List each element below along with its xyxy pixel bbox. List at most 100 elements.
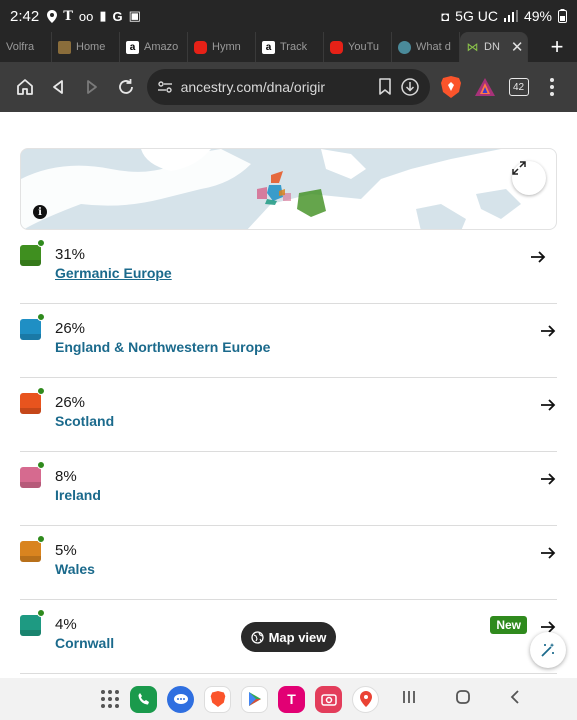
back-icon <box>53 80 64 94</box>
globe-icon <box>398 40 411 54</box>
signal-icon <box>503 10 518 22</box>
arrow-right-icon[interactable] <box>539 470 557 488</box>
bookmark-icon[interactable] <box>378 78 392 96</box>
more-vert-icon <box>550 78 555 96</box>
region-name-link[interactable]: Cornwall <box>55 635 114 651</box>
tab-7[interactable]: What d <box>392 32 460 62</box>
apps-drawer-icon[interactable] <box>100 689 120 709</box>
region-name-link[interactable]: Germanic Europe <box>55 265 172 281</box>
arrow-right-icon[interactable] <box>529 248 547 266</box>
arrow-right-icon[interactable] <box>539 396 557 414</box>
menu-button[interactable] <box>535 68 569 106</box>
system-navigation-bar: T <box>0 678 577 720</box>
new-region-dot <box>37 535 45 543</box>
url-text: ancestry.com/dna/origir <box>180 79 326 95</box>
region-name-link[interactable]: Wales <box>55 561 95 577</box>
region-percent: 26% <box>55 320 86 337</box>
arrow-right-icon[interactable] <box>539 322 557 340</box>
camera-app-icon[interactable] <box>315 685 342 713</box>
region-percent: 8% <box>55 468 77 485</box>
tab-label: Track <box>280 41 308 53</box>
phone-app-icon[interactable] <box>130 685 157 713</box>
new-region-dot <box>37 461 45 469</box>
dna-icon: ⋈ <box>466 39 479 54</box>
download-icon[interactable] <box>400 77 420 97</box>
tab-1[interactable]: Volfra <box>0 32 52 62</box>
region-row-scotland[interactable]: 26% Scotland <box>20 378 557 452</box>
region-color-swatch <box>20 615 41 636</box>
edit-magic-button[interactable] <box>530 632 566 668</box>
globe-icon <box>250 630 264 644</box>
new-badge: New <box>490 616 527 634</box>
messages-app-icon[interactable] <box>167 685 194 713</box>
region-color-swatch <box>20 319 41 340</box>
region-color-swatch <box>20 245 41 266</box>
arrow-right-icon[interactable] <box>539 544 557 562</box>
region-color-swatch <box>20 541 41 562</box>
alarm-icon: ◘ <box>441 8 450 24</box>
battery-icon <box>558 9 567 23</box>
battery-percent: 49% <box>523 8 552 24</box>
home-tab-icon <box>58 40 71 54</box>
region-name-link[interactable]: Scotland <box>55 413 114 429</box>
tab-strip: Volfra Home a Amazo Hymn a Track YouTu W… <box>0 32 577 62</box>
youtube-icon <box>330 40 343 54</box>
tab-5[interactable]: a Track <box>256 32 324 62</box>
tab-switcher-button[interactable]: 42 <box>502 68 536 106</box>
t-mobile-app-icon[interactable]: T <box>278 685 305 713</box>
new-region-dot <box>37 313 45 321</box>
info-icon[interactable]: i <box>33 205 47 219</box>
tab-label: YouTu <box>348 41 379 53</box>
back-nav-icon[interactable] <box>509 689 521 710</box>
brave-shields-button[interactable] <box>434 68 468 106</box>
address-bar[interactable]: ancestry.com/dna/origir <box>146 69 431 105</box>
region-percent: 4% <box>55 616 77 633</box>
new-tab-button[interactable]: + <box>537 32 577 62</box>
status-time: 2:42 <box>10 7 40 25</box>
home-nav-icon[interactable] <box>455 689 471 710</box>
location-icon <box>47 9 58 23</box>
recents-icon[interactable] <box>401 689 417 710</box>
region-row-germanic-europe[interactable]: 31% Germanic Europe <box>20 230 557 304</box>
reload-button[interactable] <box>109 68 143 106</box>
system-nav-buttons <box>401 689 521 710</box>
brave-browser-app-icon[interactable] <box>204 685 231 713</box>
amazon-icon: a <box>126 40 139 54</box>
app-dock: T <box>100 685 379 713</box>
europe-map-graphic <box>21 149 556 229</box>
region-name-link[interactable]: Ireland <box>55 487 101 503</box>
region-color-swatch <box>20 393 41 414</box>
new-region-dot <box>37 609 45 617</box>
ethnicity-map[interactable]: i <box>20 148 557 230</box>
carrier-icon: T <box>63 8 73 24</box>
ethnicity-donut-chart <box>26 112 86 120</box>
home-button[interactable] <box>8 68 42 106</box>
tab-6[interactable]: YouTu <box>324 32 392 62</box>
map-view-button[interactable]: Map view <box>241 622 336 652</box>
gallery-icon: ▣ <box>128 8 141 23</box>
back-button[interactable] <box>42 68 76 106</box>
network-label: 5G UC <box>455 8 498 24</box>
brave-rewards-button[interactable] <box>468 68 502 106</box>
youtube-icon <box>194 40 207 54</box>
tab-4[interactable]: Hymn <box>188 32 256 62</box>
region-row-wales[interactable]: 5% Wales <box>20 526 557 600</box>
region-percent: 31% <box>55 246 86 263</box>
site-settings-icon[interactable] <box>157 79 173 95</box>
region-row-ireland[interactable]: 8% Ireland <box>20 452 557 526</box>
amazon-icon: a <box>262 40 275 54</box>
forward-button[interactable] <box>75 68 109 106</box>
page-content: i 31% Germanic Europe 26% England & Nort… <box>0 112 577 678</box>
region-row-england[interactable]: 26% England & Northwestern Europe <box>20 304 557 378</box>
google-icon: G <box>112 8 123 24</box>
tab-label: DN <box>484 41 500 53</box>
region-name-link[interactable]: England & Northwestern Europe <box>55 339 270 355</box>
tab-label: Volfra <box>6 41 35 53</box>
expand-map-button[interactable] <box>512 161 546 195</box>
maps-app-icon[interactable] <box>352 685 379 713</box>
play-store-app-icon[interactable] <box>241 685 268 713</box>
tab-2[interactable]: Home <box>52 32 120 62</box>
close-tab-icon[interactable]: ✕ <box>511 38 524 56</box>
tab-3[interactable]: a Amazo <box>120 32 188 62</box>
tab-8-active[interactable]: ⋈ DN ✕ <box>460 32 528 62</box>
